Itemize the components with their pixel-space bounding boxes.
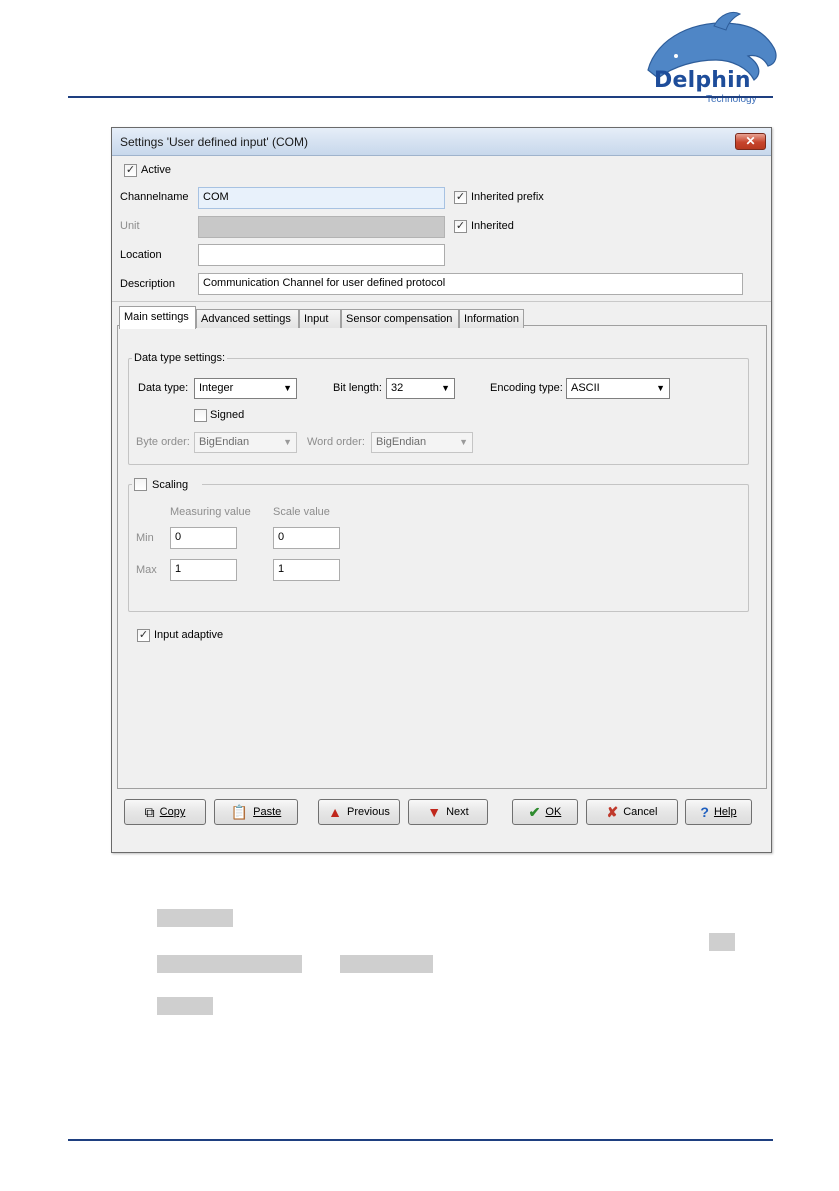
checkmark-icon: ✔ — [528, 804, 541, 820]
scaling-checkbox[interactable] — [134, 478, 147, 491]
chevron-down-icon: ▼ — [283, 437, 292, 447]
channelname-label: Channelname — [120, 191, 189, 203]
unit-input[interactable] — [198, 216, 445, 238]
brand-name: Delphin — [654, 68, 751, 93]
byte-order-label: Byte order: — [136, 436, 190, 448]
inherited-label: Inherited — [471, 220, 514, 232]
x-icon: ✘ — [606, 804, 619, 820]
inherited-prefix-label: Inherited prefix — [471, 191, 544, 203]
tab-information[interactable]: Information — [459, 309, 524, 328]
encoding-type-value: ASCII — [571, 382, 600, 394]
paste-icon: 📋 — [230, 804, 249, 820]
input-adaptive-label: Input adaptive — [154, 629, 224, 641]
active-label: Active — [141, 164, 171, 176]
chevron-down-icon: ▼ — [656, 383, 665, 393]
ok-button[interactable]: ✔ OK — [512, 799, 578, 825]
description-input[interactable]: Communication Channel for user defined p… — [198, 273, 743, 295]
dialog-titlebar[interactable]: Settings 'User defined input' (COM) ✕ — [112, 128, 771, 156]
word-order-select[interactable]: BigEndian ▼ — [371, 432, 473, 453]
location-label: Location — [120, 249, 162, 261]
signed-checkbox[interactable] — [194, 409, 207, 422]
data-type-settings-title: Data type settings: — [132, 352, 228, 364]
max-label: Max — [136, 564, 157, 576]
dialog-title: Settings 'User defined input' (COM) — [120, 135, 308, 149]
min-scale-input[interactable]: 0 — [273, 527, 340, 549]
chevron-down-icon: ▼ — [459, 437, 468, 447]
tab-main-settings[interactable]: Main settings — [119, 306, 196, 329]
separator — [112, 301, 771, 302]
bit-length-value: 32 — [391, 382, 404, 394]
header-rule — [68, 96, 773, 98]
previous-button[interactable]: ▲ Previous — [318, 799, 400, 825]
arrow-down-icon: ▼ — [427, 804, 442, 820]
copy-label: Copy — [159, 806, 186, 818]
redacted-text-block — [157, 909, 233, 927]
redacted-text-block — [340, 955, 433, 973]
close-button[interactable]: ✕ — [735, 133, 766, 150]
next-button[interactable]: ▼ Next — [408, 799, 488, 825]
ok-label: OK — [545, 806, 562, 818]
inherited-prefix-checkbox[interactable]: ✓ — [454, 191, 467, 204]
next-label: Next — [446, 806, 469, 818]
location-input[interactable] — [198, 244, 445, 266]
min-measuring-input[interactable]: 0 — [170, 527, 237, 549]
redacted-text-block — [157, 955, 302, 973]
scale-value-header: Scale value — [273, 506, 330, 518]
delphin-logo: Delphin Technology — [636, 8, 786, 108]
channelname-input[interactable]: COM — [198, 187, 445, 209]
tab-sensor-compensation[interactable]: Sensor compensation — [341, 309, 459, 328]
data-type-label: Data type: — [138, 382, 189, 394]
help-button[interactable]: ? Help — [685, 799, 752, 825]
help-label: Help — [713, 806, 737, 818]
paste-label: Paste — [253, 806, 282, 818]
cancel-button[interactable]: ✘ Cancel — [586, 799, 678, 825]
tab-advanced-settings[interactable]: Advanced settings — [196, 309, 299, 328]
close-icon: ✕ — [745, 134, 756, 148]
arrow-up-icon: ▲ — [328, 804, 343, 820]
data-type-select[interactable]: Integer ▼ — [194, 378, 297, 399]
data-type-value: Integer — [199, 382, 234, 394]
paste-button[interactable]: 📋 Paste — [214, 799, 298, 825]
inherited-checkbox[interactable]: ✓ — [454, 220, 467, 233]
active-checkbox[interactable]: ✓ — [124, 164, 137, 177]
bit-length-label: Bit length: — [333, 382, 382, 394]
cancel-label: Cancel — [623, 806, 658, 818]
copy-icon: ⧉ — [144, 804, 155, 820]
footer-rule — [68, 1139, 773, 1141]
byte-order-value: BigEndian — [199, 436, 250, 448]
description-label: Description — [120, 278, 176, 290]
encoding-type-select[interactable]: ASCII ▼ — [566, 378, 670, 399]
chevron-down-icon: ▼ — [441, 383, 450, 393]
dolphin-icon — [647, 12, 777, 81]
redacted-text-block — [709, 933, 735, 951]
word-order-label: Word order: — [307, 436, 365, 448]
tab-panel-main-settings: Data type settings: Data type: Integer ▼… — [117, 325, 767, 789]
byte-order-select[interactable]: BigEndian ▼ — [194, 432, 297, 453]
max-measuring-input[interactable]: 1 — [170, 559, 237, 581]
scaling-title: Scaling — [132, 477, 202, 493]
redacted-text-block — [157, 997, 213, 1015]
settings-dialog: Settings 'User defined input' (COM) ✕ ✓ … — [111, 127, 772, 853]
input-adaptive-checkbox[interactable]: ✓ — [137, 629, 150, 642]
question-icon: ? — [700, 804, 709, 820]
word-order-value: BigEndian — [376, 436, 427, 448]
copy-button[interactable]: ⧉ Copy — [124, 799, 206, 825]
chevron-down-icon: ▼ — [283, 383, 292, 393]
encoding-type-label: Encoding type: — [490, 382, 563, 394]
previous-label: Previous — [347, 806, 390, 818]
signed-label: Signed — [210, 409, 245, 421]
unit-label: Unit — [120, 220, 140, 232]
measuring-value-header: Measuring value — [170, 506, 251, 518]
max-scale-input[interactable]: 1 — [273, 559, 340, 581]
min-label: Min — [136, 532, 154, 544]
scaling-label: Scaling — [152, 479, 189, 491]
tab-input[interactable]: Input — [299, 309, 341, 328]
bit-length-select[interactable]: 32 ▼ — [386, 378, 455, 399]
